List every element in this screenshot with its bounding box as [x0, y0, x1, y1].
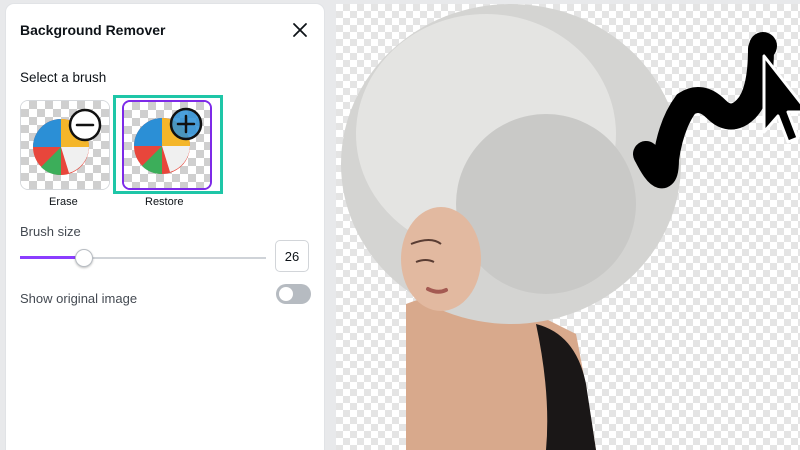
brush-size-label: Brush size	[20, 224, 81, 239]
toggle-knob	[279, 287, 293, 301]
close-icon	[293, 23, 307, 37]
panel-title: Background Remover	[20, 22, 166, 38]
brush-size-input[interactable]: 26	[275, 240, 309, 272]
background-remover-panel: Background Remover Select a brush Erase	[6, 4, 324, 450]
show-original-label: Show original image	[20, 291, 138, 306]
restore-label: Restore	[145, 196, 184, 208]
show-original-toggle[interactable]	[276, 284, 311, 304]
brush-size-slider[interactable]	[20, 248, 266, 268]
erase-label: Erase	[49, 196, 78, 208]
erase-brush-button[interactable]	[20, 100, 110, 190]
restore-brush-button[interactable]	[122, 100, 212, 190]
select-brush-label: Select a brush	[20, 70, 107, 85]
beach-ball-restore-icon	[134, 107, 203, 175]
subject-image	[341, 4, 800, 450]
editor-canvas[interactable]	[336, 4, 800, 450]
pointer-cursor-icon	[762, 54, 800, 144]
slider-thumb[interactable]	[74, 249, 93, 267]
close-button[interactable]	[288, 18, 312, 42]
beach-ball-erase-icon	[33, 108, 102, 176]
